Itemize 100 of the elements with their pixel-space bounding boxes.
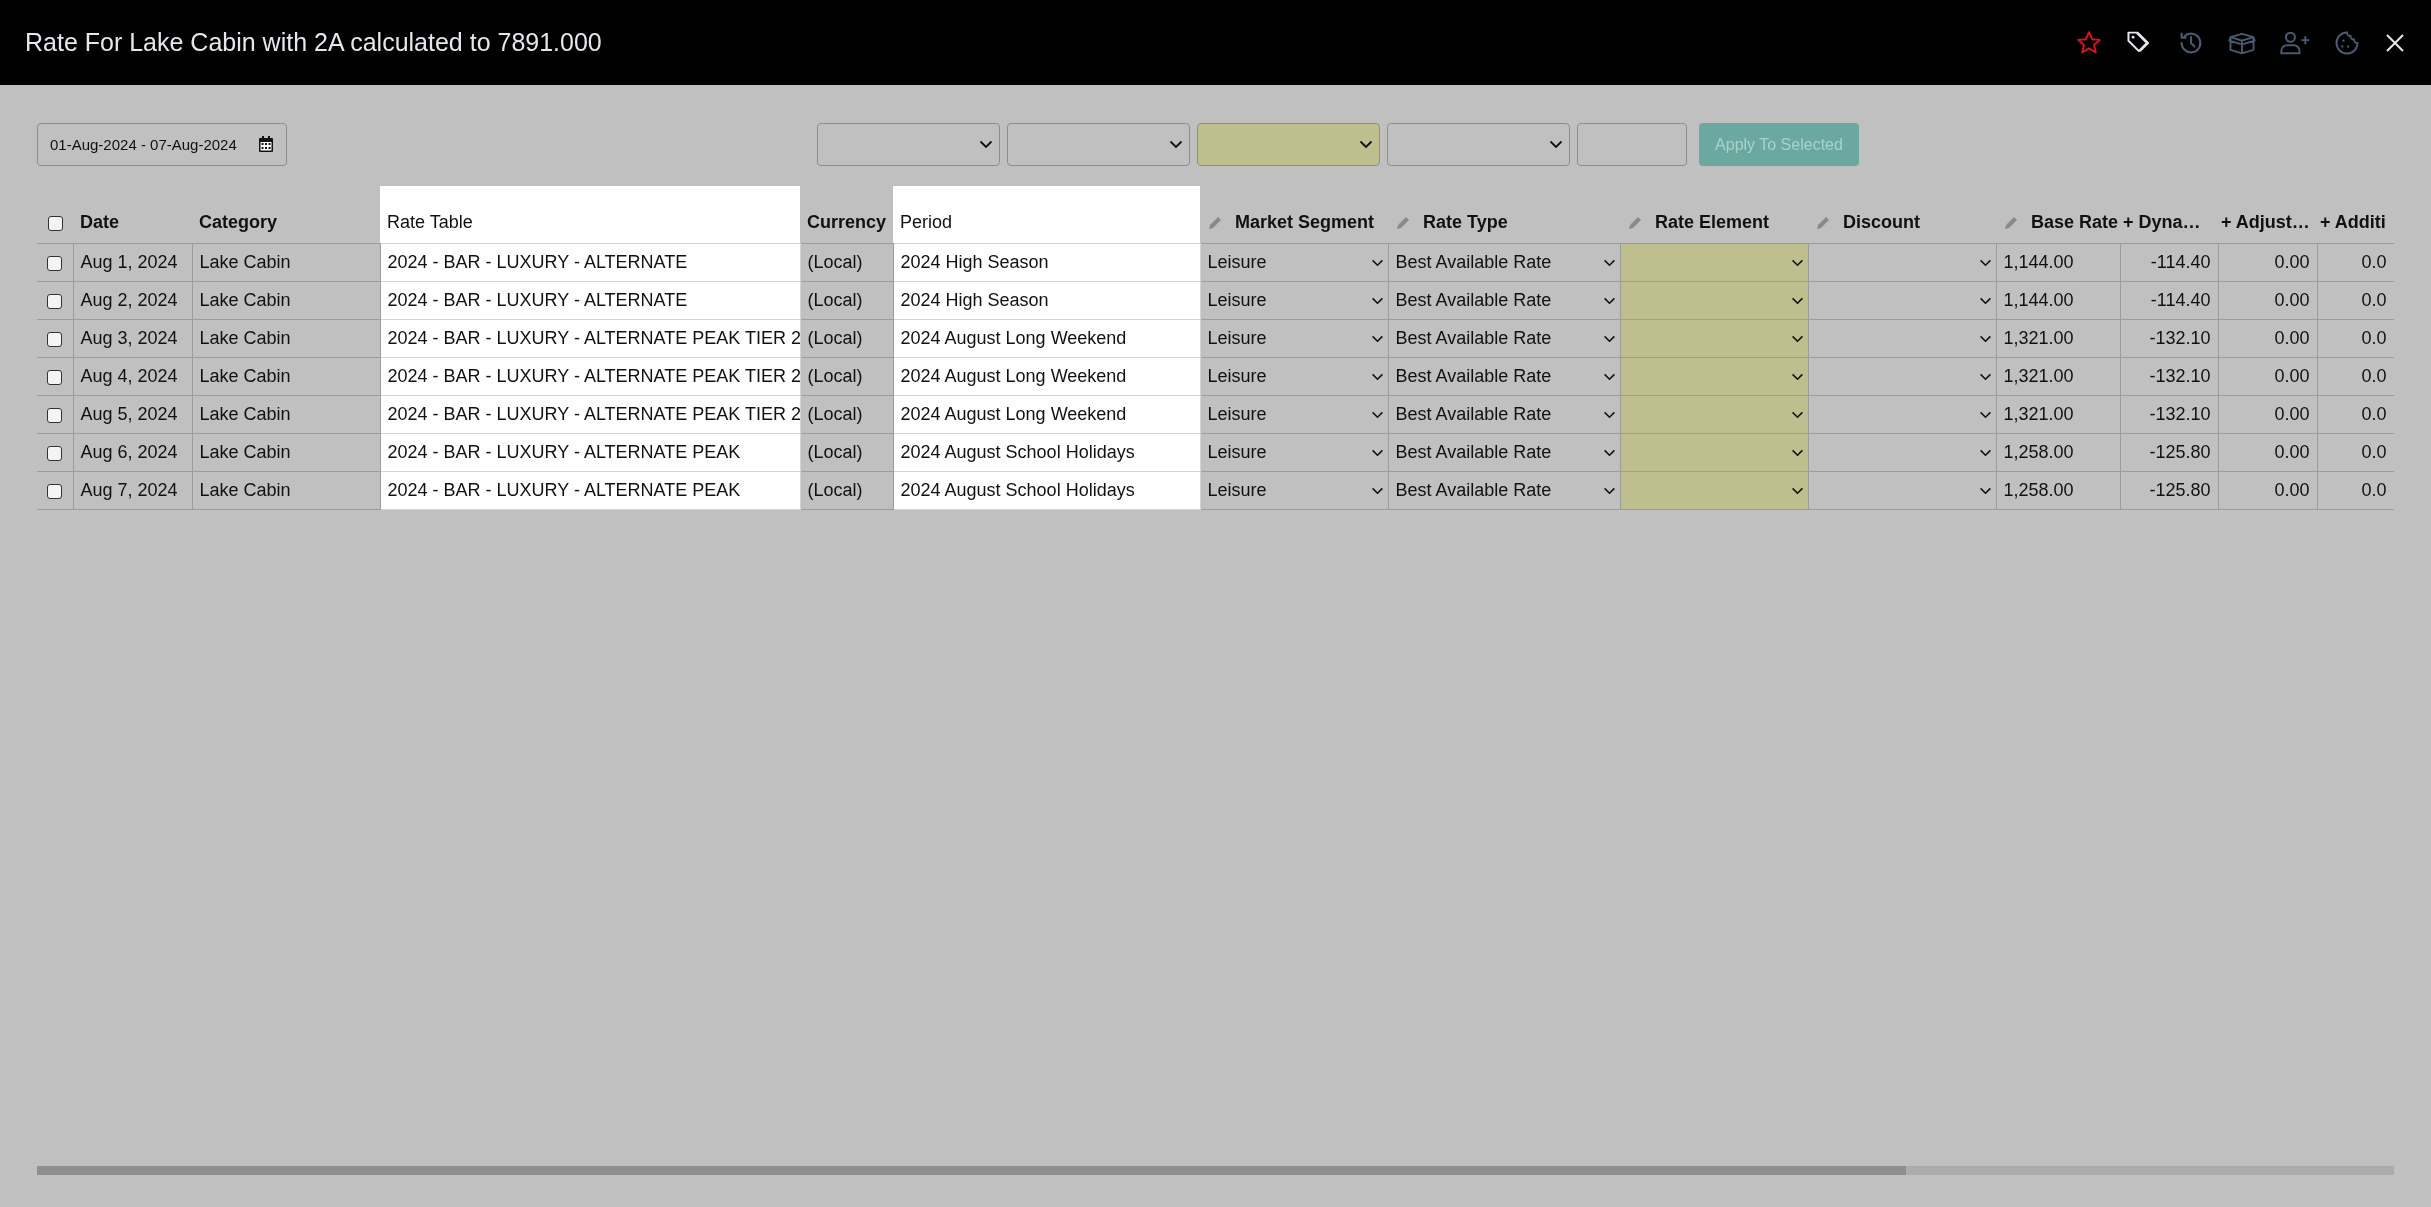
table-cell: 0.00 <box>2274 404 2310 424</box>
table-cell: -132.10 <box>2149 366 2211 386</box>
table-cell: -125.80 <box>2149 480 2211 500</box>
scrollbar-thumb[interactable] <box>37 1166 1907 1175</box>
horizontal-scrollbar[interactable] <box>37 1166 2394 1175</box>
dropdown-cell[interactable]: Leisure <box>1200 319 1388 358</box>
table-cell: 1,321.00 <box>2003 366 2074 386</box>
column-header: Currency <box>807 212 887 233</box>
column-header: Category <box>199 212 278 233</box>
dropdown-cell[interactable] <box>1620 395 1808 434</box>
table-cell: Aug 5, 2024 <box>80 404 178 424</box>
table-cell: 0.0 <box>2361 290 2387 310</box>
dropdown-cell[interactable]: Best Available Rate <box>1388 395 1620 434</box>
table-cell: 0.00 <box>2274 442 2310 462</box>
row-checkbox[interactable] <box>47 369 63 385</box>
input-field[interactable] <box>1577 123 1687 166</box>
table-cell: Aug 2, 2024 <box>80 290 178 310</box>
date-range-field[interactable]: 01-Aug-2024 - 07-Aug-2024 <box>37 123 287 166</box>
dropdown-cell[interactable]: Best Available Rate <box>1388 281 1620 320</box>
dropdown-cell[interactable] <box>1620 319 1808 358</box>
table-cell: -125.80 <box>2149 442 2211 462</box>
dropdown-field[interactable] <box>1387 123 1570 166</box>
row-checkbox[interactable] <box>47 255 63 271</box>
table-cell: 2024 - BAR - LUXURY - ALTERNATE <box>387 252 688 272</box>
table-cell: (Local) <box>807 442 863 462</box>
dropdown-cell[interactable]: Leisure <box>1200 471 1388 510</box>
column-header: + Adjust… <box>2221 212 2310 233</box>
chevron-icon <box>1549 140 1563 149</box>
table-cell: 0.0 <box>2361 366 2387 386</box>
chevron-icon <box>1978 486 1992 495</box>
dropdown-cell[interactable] <box>1808 433 1996 472</box>
dropdown-cell[interactable]: Leisure <box>1200 281 1388 320</box>
chevron-icon <box>1602 486 1616 495</box>
table-cell: 0.0 <box>2361 442 2387 462</box>
dropdown-cell[interactable] <box>1808 243 1996 282</box>
dropdown-cell[interactable]: Best Available Rate <box>1388 471 1620 510</box>
dropdown-cell[interactable] <box>1808 395 1996 434</box>
table-cell: Lake Cabin <box>199 404 291 424</box>
dropdown-cell[interactable] <box>1808 357 1996 396</box>
dropdown-field[interactable] <box>1007 123 1190 166</box>
table-cell: 2024 High Season <box>900 252 1049 272</box>
table-cell: Aug 3, 2024 <box>80 328 178 348</box>
table-cell: Aug 4, 2024 <box>80 366 178 386</box>
dropdown-cell[interactable]: Best Available Rate <box>1388 243 1620 282</box>
table-cell: 2024 August Long Weekend <box>900 366 1127 386</box>
pencil-icon[interactable] <box>2003 214 2019 231</box>
window-title: Rate For Lake Cabin with 2A calculated to 7891.000 <box>25 28 602 57</box>
dropdown-cell[interactable] <box>1620 471 1808 510</box>
pencil-icon[interactable] <box>1207 214 1223 231</box>
dropdown-cell[interactable]: Best Available Rate <box>1388 433 1620 472</box>
table-cell: (Local) <box>807 480 863 500</box>
dropdown-cell[interactable]: Leisure <box>1200 357 1388 396</box>
column-header: Rate Table <box>387 212 473 233</box>
table-cell: 0.00 <box>2274 252 2310 272</box>
column-header: + Dyna… <box>2123 212 2201 233</box>
row-checkbox[interactable] <box>47 293 63 309</box>
dropdown-cell[interactable] <box>1808 471 1996 510</box>
chevron-icon <box>1370 410 1384 419</box>
dropdown-cell[interactable]: Leisure <box>1200 243 1388 282</box>
chevron-icon <box>1978 334 1992 343</box>
dropdown-cell[interactable] <box>1620 243 1808 282</box>
dropdown-cell[interactable]: Best Available Rate <box>1388 357 1620 396</box>
table-cell: 0.00 <box>2274 366 2310 386</box>
table-cell: Lake Cabin <box>199 328 291 348</box>
dropdown-field[interactable] <box>1197 123 1380 166</box>
dropdown-field[interactable] <box>817 123 1000 166</box>
chevron-icon <box>1790 410 1804 419</box>
table-cell: 2024 - BAR - LUXURY - ALTERNATE <box>387 290 688 310</box>
table-cell: (Local) <box>807 290 863 310</box>
chevron-icon <box>1602 258 1616 267</box>
table-cell: 1,258.00 <box>2003 480 2074 500</box>
pencil-icon[interactable] <box>1815 214 1831 231</box>
dropdown-cell[interactable] <box>1620 357 1808 396</box>
dropdown-cell[interactable]: Leisure <box>1200 395 1388 434</box>
dropdown-cell[interactable] <box>1620 433 1808 472</box>
chevron-icon <box>1978 258 1992 267</box>
dropdown-cell[interactable] <box>1808 319 1996 358</box>
row-checkbox[interactable] <box>47 445 63 461</box>
table-cell: Aug 1, 2024 <box>80 252 178 272</box>
chevron-icon <box>1602 296 1616 305</box>
table-cell: -132.10 <box>2149 328 2211 348</box>
row-checkbox[interactable] <box>47 407 63 423</box>
dropdown-cell[interactable] <box>1808 281 1996 320</box>
chevron-icon <box>1370 448 1384 457</box>
table-cell: (Local) <box>807 366 863 386</box>
dropdown-cell[interactable] <box>1620 281 1808 320</box>
pencil-icon[interactable] <box>1627 214 1643 231</box>
table-cell: 1,321.00 <box>2003 404 2074 424</box>
row-checkbox[interactable] <box>47 331 63 347</box>
dropdown-cell[interactable]: Best Available Rate <box>1388 319 1620 358</box>
chevron-icon <box>1370 334 1384 343</box>
table-cell: 1,258.00 <box>2003 442 2074 462</box>
chevron-icon <box>1790 334 1804 343</box>
table-cell: 0.0 <box>2361 404 2387 424</box>
row-checkbox[interactable] <box>47 483 63 499</box>
chevron-icon <box>1169 140 1183 149</box>
pencil-icon[interactable] <box>1395 214 1411 231</box>
dropdown-cell[interactable]: Leisure <box>1200 433 1388 472</box>
chevron-icon <box>1790 258 1804 267</box>
select-all-checkbox[interactable] <box>47 215 63 231</box>
